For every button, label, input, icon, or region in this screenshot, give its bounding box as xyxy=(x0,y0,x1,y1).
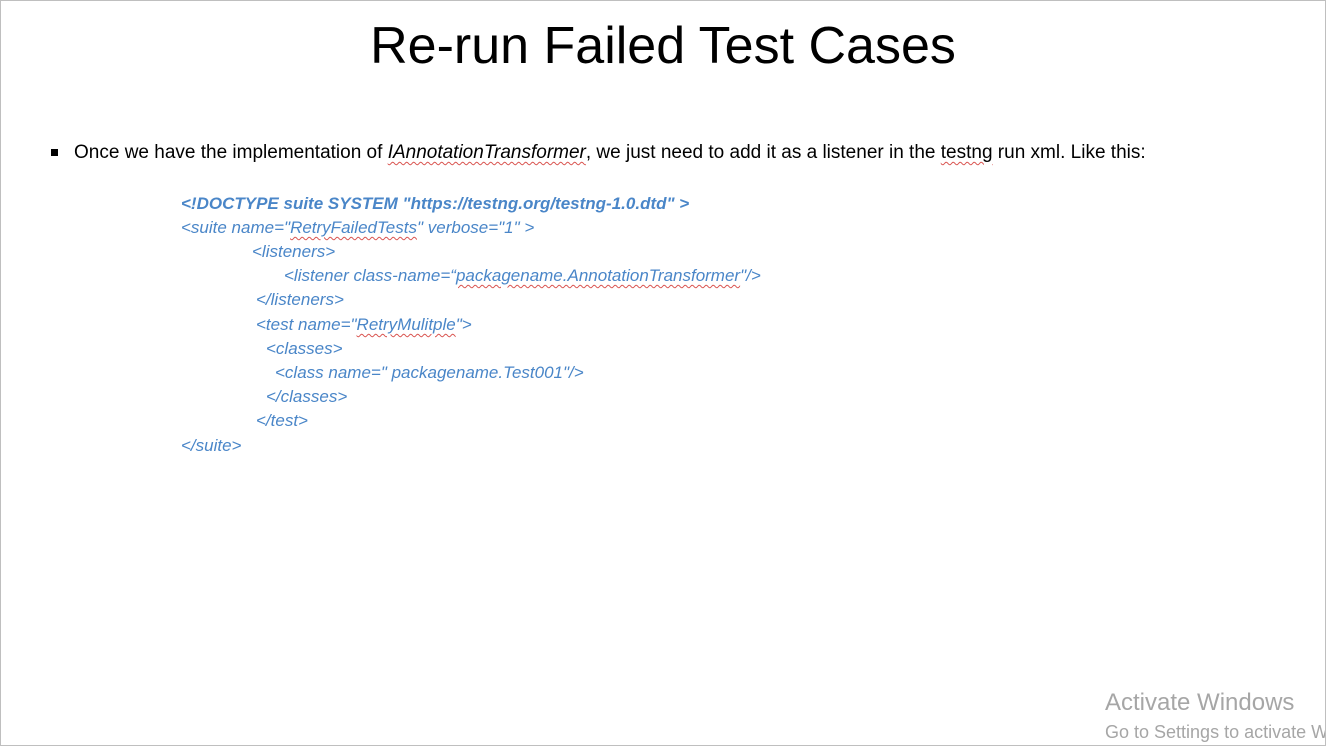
interface-name: IAnnotationTransformer xyxy=(387,142,586,163)
code-class-line: <class name=" packagename.Test001"/> xyxy=(275,363,584,382)
code-suite-open-b: " verbose="1" > xyxy=(416,218,535,237)
code-listener-a: <listener class-name=“ xyxy=(284,266,456,285)
code-test-open: <test name="RetryMulitple"> xyxy=(256,314,472,336)
code-listener: <listener class-name=“packagename.Annota… xyxy=(284,265,761,287)
code-listener-b: "/> xyxy=(740,266,761,285)
bullet-text-after: run xml. Like this: xyxy=(992,142,1146,163)
activate-windows-title: Activate Windows xyxy=(1105,689,1295,716)
code-listeners-close: </listeners> xyxy=(256,290,344,309)
code-suite-name: RetryFailedTests xyxy=(290,218,417,237)
activate-windows-subtitle: Go to Settings to activate W xyxy=(1105,722,1326,742)
code-suite-open: <suite name="RetryFailedTests" verbose="… xyxy=(181,217,534,239)
code-test-name: RetryMulitple xyxy=(356,315,456,334)
code-suite-close: </suite> xyxy=(181,436,242,455)
code-classes-open: <classes> xyxy=(266,339,343,358)
code-test-close: </test> xyxy=(256,411,308,430)
code-listener-class: packagename.AnnotationTransformer xyxy=(455,266,741,285)
code-classes-close: </classes> xyxy=(266,387,348,406)
code-listeners-open: <listeners> xyxy=(252,242,336,261)
bullet-text-middle: , we just need to add it as a listener i… xyxy=(585,142,941,163)
code-test-open-b: "> xyxy=(455,315,472,334)
slide: Re-run Failed Test Cases Once we have th… xyxy=(0,0,1326,746)
code-doctype: <!DOCTYPE suite SYSTEM "https://testng.o… xyxy=(181,194,690,213)
slide-title: Re-run Failed Test Cases xyxy=(370,17,956,75)
square-bullet-icon xyxy=(51,149,58,156)
testng-word: testng xyxy=(940,142,993,163)
bullet-text: Once we have the implementation of IAnno… xyxy=(74,141,1146,165)
code-test-open-a: <test name=" xyxy=(256,315,357,334)
bullet-text-before: Once we have the implementation of xyxy=(74,142,388,163)
bullet-item: Once we have the implementation of IAnno… xyxy=(49,141,1319,167)
code-suite-open-a: <suite name=" xyxy=(181,218,291,237)
